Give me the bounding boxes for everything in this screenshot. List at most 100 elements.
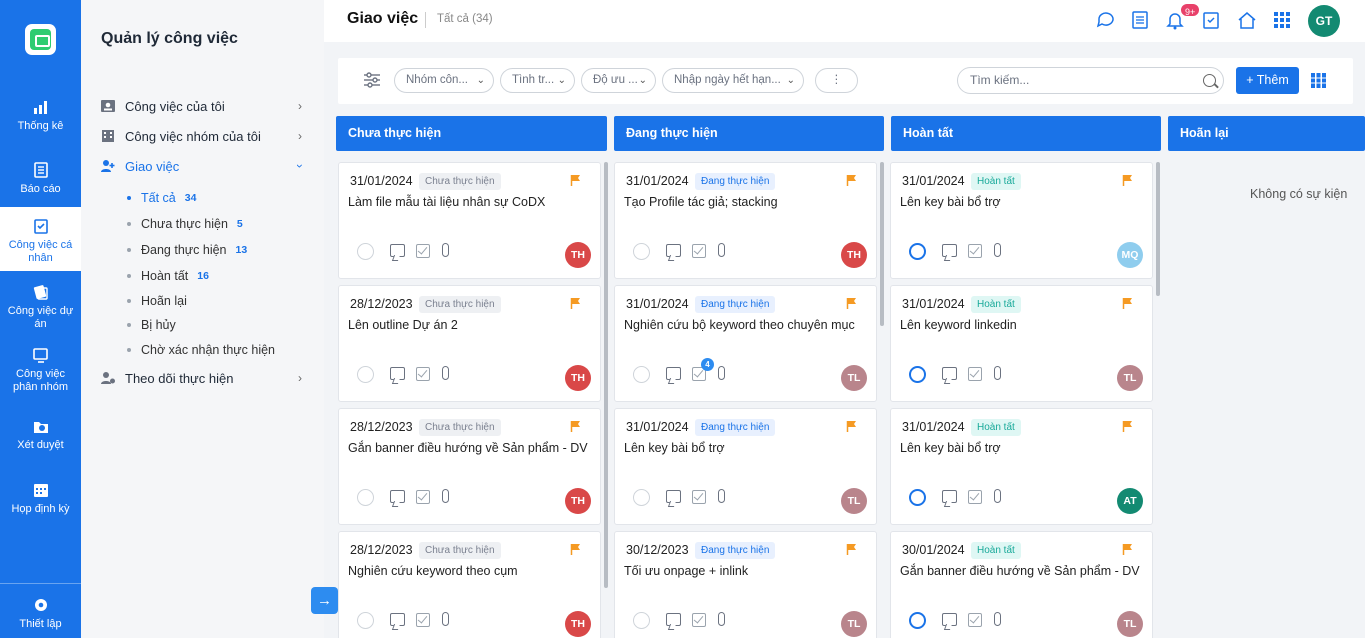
- complete-toggle[interactable]: [357, 243, 374, 260]
- search-input[interactable]: Tìm kiếm...: [957, 67, 1224, 94]
- sidebar-item-tracking[interactable]: Theo dõi thực hiện ›: [100, 368, 310, 388]
- complete-toggle[interactable]: [633, 243, 650, 260]
- checklist-icon[interactable]: [416, 244, 430, 258]
- collapse-sidebar-button[interactable]: →: [311, 587, 338, 614]
- settings-button[interactable]: Thiết lập: [0, 596, 81, 631]
- rail-item-group-tasks[interactable]: Công việc phân nhóm: [0, 346, 81, 394]
- assignee-avatar[interactable]: TH: [841, 242, 867, 268]
- rail-item-statistics[interactable]: Thống kê: [0, 98, 81, 133]
- home-icon[interactable]: [1237, 10, 1257, 30]
- filter-status-dropdown[interactable]: Tình tr... ⌄: [500, 68, 575, 93]
- sidebar-subitem-not-started[interactable]: Chưa thực hiện 5: [127, 215, 243, 233]
- attachment-icon[interactable]: [442, 612, 449, 626]
- task-card[interactable]: 30/01/2024 Hoàn tất Gắn banner điều hướng …: [890, 531, 1153, 638]
- checklist-icon[interactable]: [968, 613, 982, 627]
- assignee-avatar[interactable]: TH: [565, 242, 591, 268]
- apps-grid-icon[interactable]: [1272, 10, 1292, 30]
- app-logo[interactable]: [25, 24, 56, 55]
- attachment-icon[interactable]: [442, 243, 449, 257]
- comment-icon[interactable]: [390, 367, 405, 380]
- checklist-icon[interactable]: [416, 490, 430, 504]
- attachment-icon[interactable]: [442, 489, 449, 503]
- attachment-icon[interactable]: [718, 489, 725, 503]
- checklist-icon[interactable]: [692, 613, 706, 627]
- assignee-avatar[interactable]: TL: [841, 365, 867, 391]
- assignee-avatar[interactable]: MQ: [1117, 242, 1143, 268]
- assignee-avatar[interactable]: TH: [565, 488, 591, 514]
- complete-toggle[interactable]: [357, 612, 374, 629]
- column-header-completed[interactable]: Hoàn tất: [891, 116, 1161, 151]
- rail-item-meetings[interactable]: Họp định kỳ: [0, 481, 81, 516]
- task-card[interactable]: 31/01/2024 Hoàn tất Lên keyword linkedin TL: [890, 285, 1153, 402]
- attachment-icon[interactable]: [994, 243, 1001, 257]
- checklist-icon[interactable]: [968, 490, 982, 504]
- add-task-button[interactable]: + Thêm: [1236, 67, 1299, 94]
- clipboard-check-icon[interactable]: [1201, 10, 1221, 30]
- comment-icon[interactable]: [942, 613, 957, 626]
- task-card[interactable]: 31/01/2024 Hoàn tất Lên key bài bổ trợ MQ: [890, 162, 1153, 279]
- attachment-icon[interactable]: [718, 243, 725, 257]
- rail-item-approval[interactable]: Xét duyệt: [0, 417, 81, 452]
- attachment-icon[interactable]: [994, 612, 1001, 626]
- board-view-icon[interactable]: [1311, 73, 1326, 88]
- complete-toggle[interactable]: [633, 366, 650, 383]
- comment-icon[interactable]: [390, 613, 405, 626]
- sidebar-item-assign-tasks[interactable]: Giao việc ›: [100, 156, 310, 176]
- task-card[interactable]: 31/01/2024 Đang thực hiện Lên key bài bổ t…: [614, 408, 877, 525]
- task-card[interactable]: 31/01/2024 Chưa thực hiện Làm file mẫu tài…: [338, 162, 601, 279]
- complete-toggle[interactable]: [909, 366, 926, 383]
- comment-icon[interactable]: [390, 490, 405, 503]
- checklist-icon[interactable]: [692, 490, 706, 504]
- rail-item-project-tasks[interactable]: Công việc dự án: [0, 283, 81, 331]
- complete-toggle[interactable]: [909, 612, 926, 629]
- column-header-not-started[interactable]: Chưa thực hiện: [336, 116, 607, 151]
- task-card[interactable]: 28/12/2023 Chưa thực hiện Gắn banner điều …: [338, 408, 601, 525]
- assignee-avatar[interactable]: TL: [841, 611, 867, 637]
- sidebar-subitem-all[interactable]: Tất cả 34: [127, 189, 196, 207]
- attachment-icon[interactable]: [718, 366, 725, 380]
- sidebar-item-my-group-tasks[interactable]: Công việc nhóm của tôi ›: [100, 126, 310, 146]
- sidebar-item-my-tasks[interactable]: Công việc của tôi ›: [100, 96, 310, 116]
- sidebar-subitem-in-progress[interactable]: Đang thực hiện 13: [127, 241, 247, 259]
- filter-group-dropdown[interactable]: Nhóm côn... ⌄: [394, 68, 494, 93]
- rail-item-personal-tasks[interactable]: Công việc cá nhân: [0, 207, 81, 271]
- complete-toggle[interactable]: [633, 612, 650, 629]
- task-card[interactable]: 28/12/2023 Chưa thực hiện Nghiên cứu keywo…: [338, 531, 601, 638]
- assignee-avatar[interactable]: AT: [1117, 488, 1143, 514]
- complete-toggle[interactable]: [633, 489, 650, 506]
- task-card[interactable]: 28/12/2023 Chưa thực hiện Lên outline Dự á…: [338, 285, 601, 402]
- task-card[interactable]: 30/12/2023 Đang thực hiện Tối ưu onpage + …: [614, 531, 877, 638]
- filter-due-date-dropdown[interactable]: Nhập ngày hết hạn... ⌄: [662, 68, 804, 93]
- assignee-avatar[interactable]: TL: [1117, 365, 1143, 391]
- comment-icon[interactable]: [666, 244, 681, 257]
- column-scrollbar[interactable]: [604, 162, 608, 588]
- attachment-icon[interactable]: [994, 489, 1001, 503]
- sidebar-subitem-awaiting-confirmation[interactable]: Chờ xác nhận thực hiện: [127, 341, 275, 359]
- assignee-avatar[interactable]: TH: [565, 611, 591, 637]
- comment-icon[interactable]: [942, 490, 957, 503]
- assignee-avatar[interactable]: TH: [565, 365, 591, 391]
- attachment-icon[interactable]: [442, 366, 449, 380]
- comment-icon[interactable]: [666, 613, 681, 626]
- sidebar-subitem-cancelled[interactable]: Bị hủy: [127, 316, 176, 334]
- comment-icon[interactable]: [942, 244, 957, 257]
- checklist-icon[interactable]: [968, 367, 982, 381]
- more-filters-button[interactable]: ⋮: [815, 68, 858, 93]
- task-card[interactable]: 31/01/2024 Hoàn tất Lên key bài bổ trợ AT: [890, 408, 1153, 525]
- chat-icon[interactable]: [1096, 10, 1116, 30]
- task-list-icon[interactable]: [1130, 10, 1150, 30]
- attachment-icon[interactable]: [718, 612, 725, 626]
- assignee-avatar[interactable]: TL: [1117, 611, 1143, 637]
- assignee-avatar[interactable]: TL: [841, 488, 867, 514]
- checklist-icon[interactable]: [416, 367, 430, 381]
- checklist-icon[interactable]: [416, 613, 430, 627]
- task-card[interactable]: 31/01/2024 Đang thực hiện Tạo Profile tác …: [614, 162, 877, 279]
- comment-icon[interactable]: [666, 367, 681, 380]
- attachment-icon[interactable]: [994, 366, 1001, 380]
- complete-toggle[interactable]: [909, 489, 926, 506]
- complete-toggle[interactable]: [357, 489, 374, 506]
- column-header-in-progress[interactable]: Đang thực hiện: [614, 116, 884, 151]
- user-avatar[interactable]: GT: [1308, 5, 1340, 37]
- task-card[interactable]: 31/01/2024 Đang thực hiện Nghiên cứu bộ ke…: [614, 285, 877, 402]
- column-scrollbar[interactable]: [1156, 162, 1160, 296]
